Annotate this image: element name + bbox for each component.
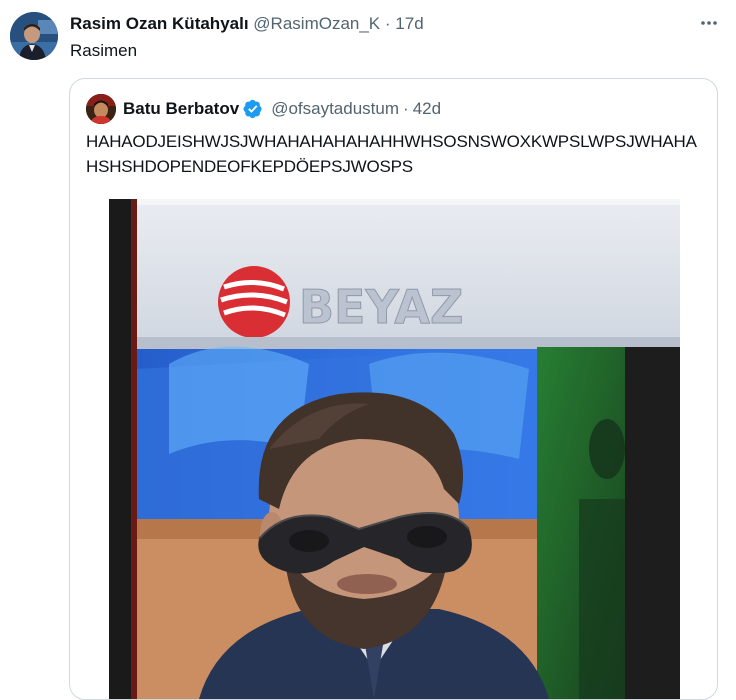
- quoted-tweet-text: HAHAODJEISHWJSJWHAHAHAHAHAHHWHSOSNSWOXKW…: [86, 132, 697, 176]
- tv-screen-photo: BEYAZ: [109, 199, 680, 699]
- quoted-author-avatar[interactable]: [86, 94, 116, 124]
- separator-dot: ·: [403, 99, 409, 118]
- quoted-tweet-header: Batu Berbatov @ofsaytadustum · 42d: [123, 98, 441, 120]
- quoted-author-name[interactable]: Batu Berbatov: [123, 98, 239, 120]
- quoted-tweet-timestamp[interactable]: 42d: [413, 98, 441, 120]
- quoted-tweet-photo[interactable]: BEYAZ: [109, 199, 680, 699]
- more-horizontal-icon: [701, 21, 717, 25]
- tweet-text: Rasimen: [70, 41, 138, 60]
- tweet-header: Rasim Ozan Kütahyalı @RasimOzan_K · 17d: [70, 13, 424, 35]
- author-handle[interactable]: @RasimOzan_K: [253, 14, 380, 33]
- quoted-author-handle[interactable]: @ofsaytadustum: [271, 98, 399, 120]
- quoted-tweet-card[interactable]: Batu Berbatov @ofsaytadustum · 42d HAHAO…: [69, 78, 718, 700]
- separator-dot: ·: [384, 14, 391, 33]
- author-name[interactable]: Rasim Ozan Kütahyalı: [70, 14, 249, 33]
- tweet-timestamp[interactable]: 17d: [395, 14, 423, 33]
- author-avatar[interactable]: [10, 12, 58, 60]
- verified-badge-icon: [243, 99, 262, 119]
- more-options-button[interactable]: [696, 10, 722, 36]
